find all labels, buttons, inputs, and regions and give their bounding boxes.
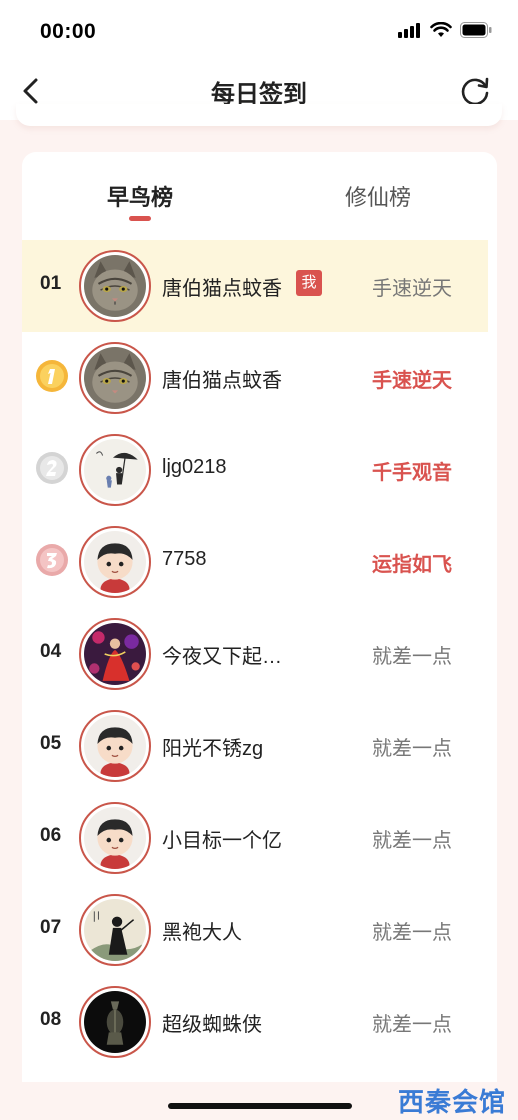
my-rank-row[interactable]: 01 唐伯猫点蚊香 我 手速逆天 xyxy=(22,240,488,332)
user-name: 超级蜘蛛侠 xyxy=(162,1014,262,1036)
home-indicator[interactable] xyxy=(168,1103,352,1109)
ink-painting-avatar[interactable] xyxy=(79,894,151,966)
rank-number: 04 xyxy=(40,641,62,662)
user-name: 唐伯猫点蚊香 xyxy=(162,278,282,300)
rank-title: 手速逆天 xyxy=(372,278,452,300)
tab-active-indicator xyxy=(129,216,151,221)
silver-medal-icon xyxy=(34,450,70,486)
user-name: 唐伯猫点蚊香 xyxy=(162,370,282,392)
bronze-medal-icon xyxy=(34,542,70,578)
user-name: 阳光不锈zg xyxy=(162,738,264,760)
cat-avatar[interactable] xyxy=(79,250,151,322)
rank-number: 01 xyxy=(40,273,62,294)
cat-avatar[interactable] xyxy=(79,342,151,414)
refresh-button[interactable] xyxy=(458,74,492,108)
user-name: 黑袍大人 xyxy=(162,922,242,944)
rank-title: 运指如飞 xyxy=(372,554,452,576)
cartoon-boy-avatar[interactable] xyxy=(79,710,151,782)
rank-title: 千手观音 xyxy=(372,462,452,484)
rank-row[interactable]: 07 黑袍大人 就差一点 xyxy=(22,884,488,976)
top-card-edge xyxy=(16,104,502,126)
tab-cultivation[interactable]: 修仙榜 xyxy=(298,180,458,212)
user-name: ljg0218 xyxy=(162,456,227,478)
user-name: 7758 xyxy=(162,548,207,570)
rank-title: 就差一点 xyxy=(372,738,452,760)
rank-title: 就差一点 xyxy=(372,922,452,944)
battery-icon xyxy=(460,22,492,38)
rank-title: 就差一点 xyxy=(372,1014,452,1036)
rank-row[interactable]: ljg0218 千手观音 xyxy=(22,424,488,516)
me-badge: 我 xyxy=(296,270,322,296)
rank-row[interactable]: 04 今夜又下起… 就差一点 xyxy=(22,608,488,700)
rank-row[interactable]: 05 阳光不锈zg 就差一点 xyxy=(22,700,488,792)
rank-title: 就差一点 xyxy=(372,830,452,852)
user-name: 小目标一个亿 xyxy=(162,830,282,852)
watermark-logo: 西秦会馆 xyxy=(397,1087,506,1117)
rank-row[interactable]: 唐伯猫点蚊香 手速逆天 xyxy=(22,332,488,424)
status-icons xyxy=(398,22,492,38)
wifi-icon xyxy=(430,22,452,37)
cartoon-boy-avatar[interactable] xyxy=(79,526,151,598)
rank-row[interactable]: 08 超级蜘蛛侠 就差一点 xyxy=(22,976,488,1068)
user-name: 今夜又下起… xyxy=(162,646,282,668)
refresh-icon xyxy=(461,77,489,106)
rank-number: 08 xyxy=(40,1009,62,1030)
rank-number: 06 xyxy=(40,825,62,846)
dancer-avatar[interactable] xyxy=(79,618,151,690)
cartoon-boy-avatar[interactable] xyxy=(79,802,151,874)
tab-early-bird[interactable]: 早鸟榜 xyxy=(60,180,220,212)
rank-row[interactable]: 06 小目标一个亿 就差一点 xyxy=(22,792,488,884)
umbrella-sketch-avatar[interactable] xyxy=(79,434,151,506)
dark-object-avatar[interactable] xyxy=(79,986,151,1058)
status-time: 00:00 xyxy=(40,20,97,43)
rank-title: 就差一点 xyxy=(372,646,452,668)
rank-title: 手速逆天 xyxy=(372,370,452,392)
status-bar: 00:00 xyxy=(0,0,518,64)
gold-medal-icon xyxy=(34,358,70,394)
rank-number: 05 xyxy=(40,733,62,754)
cellular-signal-icon xyxy=(398,23,420,38)
rank-row[interactable]: 7758 运指如飞 xyxy=(22,516,488,608)
rank-number: 07 xyxy=(40,917,62,938)
